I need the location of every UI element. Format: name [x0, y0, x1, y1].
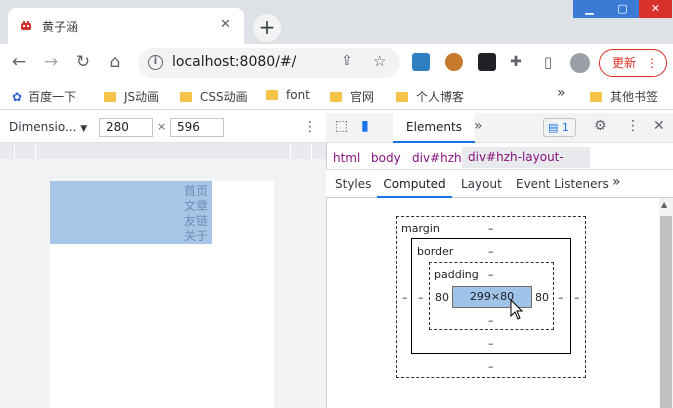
margin-bottom-value[interactable]: –	[488, 360, 494, 373]
extension-monkey-icon[interactable]	[445, 53, 463, 71]
folder-icon	[396, 92, 408, 102]
bookmark-item-js[interactable]: JS动画	[104, 88, 159, 105]
scroll-up-icon[interactable]: ▲	[661, 200, 667, 209]
nav-item-articles[interactable]: 文章	[184, 199, 212, 214]
tab-close-icon[interactable]: ✕	[220, 17, 231, 32]
padding-right-value[interactable]: 80	[535, 291, 549, 304]
bookmark-star-icon[interactable]: ☆	[373, 52, 386, 70]
tab-elements[interactable]: Elements	[393, 113, 475, 143]
folder-icon	[180, 92, 192, 102]
folder-icon	[266, 90, 278, 100]
issues-badge[interactable]: ▤ 1	[543, 118, 576, 137]
border-left-value[interactable]: –	[418, 291, 424, 304]
extension-s-icon[interactable]	[412, 53, 430, 71]
margin-top-value[interactable]: –	[488, 222, 494, 235]
padding-bottom-value[interactable]: –	[488, 314, 494, 327]
folder-icon	[104, 92, 116, 102]
site-info-icon[interactable]: i	[148, 55, 163, 70]
browser-tab[interactable]: 黄子涵 ✕	[8, 8, 244, 44]
bookmark-item-other[interactable]: 其他书签	[590, 88, 658, 105]
more-tabs-icon[interactable]: »	[474, 118, 483, 134]
device-toolbar: Dimensio... ▼ 280 × 596 ⋮	[0, 113, 326, 143]
devtools-close-icon[interactable]: ✕	[653, 118, 665, 134]
device-more-icon[interactable]: ⋮	[303, 119, 317, 135]
update-label: 更新	[612, 56, 637, 70]
minimize-icon[interactable]: ▁	[573, 0, 606, 18]
extensions-puzzle-icon[interactable]: ✚	[506, 52, 526, 72]
devtools-scroll-thumb[interactable]	[660, 216, 672, 408]
devtools-menu-icon[interactable]: ⋮	[626, 118, 640, 134]
bookmarks-overflow-icon[interactable]: »	[557, 85, 566, 101]
maximize-icon[interactable]: ▢	[606, 0, 639, 18]
favicon-icon	[21, 21, 31, 30]
extension-grid-icon[interactable]	[478, 53, 496, 71]
share-icon[interactable]: ⇪	[341, 53, 353, 69]
folder-icon	[330, 92, 342, 102]
more-subtabs-icon[interactable]: »	[612, 174, 621, 190]
margin-label: margin	[401, 222, 440, 235]
bookmark-item-baidu[interactable]: ✿ 百度一下	[12, 88, 76, 105]
forward-icon[interactable]: →	[41, 52, 61, 72]
devtools-toolbar	[326, 113, 673, 143]
window-close-icon[interactable]: ✕	[639, 0, 672, 18]
back-icon[interactable]: ←	[9, 52, 29, 72]
window-controls: ▁ ▢ ✕	[573, 0, 673, 18]
device-toggle-icon[interactable]: ▮	[361, 118, 369, 134]
device-scrollbar[interactable]	[274, 181, 294, 408]
menu-dots-icon[interactable]: ⋮	[646, 50, 658, 76]
margin-right-value[interactable]: –	[574, 291, 580, 304]
dimension-separator: ×	[157, 120, 167, 133]
bookmark-item-official[interactable]: 官网	[330, 88, 374, 105]
tab-layout[interactable]: Layout	[461, 177, 502, 191]
breadcrumb-layout-header[interactable]: div#hzh-layout-header	[462, 147, 590, 185]
dimensions-select[interactable]: Dimensio... ▼	[9, 120, 87, 134]
url-text[interactable]: localhost:8080/#/	[172, 54, 296, 70]
update-button[interactable]: 更新 ⋮	[599, 49, 667, 77]
address-bar[interactable]: i localhost:8080/#/ ⇪ ☆	[138, 48, 400, 78]
reload-icon[interactable]: ↻	[73, 52, 93, 72]
border-right-value[interactable]: –	[558, 291, 564, 304]
breadcrumb-div-hzh[interactable]: div#hzh	[412, 151, 462, 165]
new-tab-button[interactable]: +	[253, 14, 281, 42]
side-panel-icon[interactable]: ▯	[538, 52, 558, 72]
tab-event-listeners[interactable]: Event Listeners	[516, 177, 609, 191]
padding-label: padding	[434, 268, 479, 281]
profile-avatar-icon[interactable]	[570, 53, 590, 73]
border-label: border	[417, 245, 454, 258]
height-input[interactable]: 596	[170, 118, 224, 137]
mouse-cursor-icon	[510, 299, 524, 320]
bookmark-item-blog[interactable]: 个人博客	[396, 88, 464, 105]
bookmark-item-font[interactable]: font	[266, 88, 310, 102]
settings-gear-icon[interactable]: ⚙	[594, 118, 607, 134]
width-input[interactable]: 280	[99, 118, 153, 137]
nav-item-about[interactable]: 关于	[184, 229, 212, 244]
bookmark-item-css[interactable]: CSS动画	[180, 88, 248, 105]
media-query-ruler[interactable]	[0, 143, 326, 159]
home-icon[interactable]: ⌂	[105, 52, 125, 72]
border-bottom-value[interactable]: –	[488, 337, 494, 350]
folder-icon	[590, 92, 602, 102]
breadcrumb-body[interactable]: body	[371, 151, 401, 165]
margin-left-value[interactable]: –	[402, 291, 408, 304]
padding-left-value[interactable]: 80	[435, 291, 449, 304]
header-nav: 首页 文章 友链 关于	[184, 184, 212, 244]
tab-title: 黄子涵	[42, 20, 79, 34]
baidu-paw-icon: ✿	[12, 90, 23, 104]
tab-styles[interactable]: Styles	[335, 177, 371, 191]
padding-top-value[interactable]: –	[488, 268, 494, 281]
nav-item-home[interactable]: 首页	[184, 184, 212, 199]
nav-item-links[interactable]: 友链	[184, 214, 212, 229]
border-top-value[interactable]: –	[488, 245, 494, 258]
breadcrumb-html[interactable]: html	[333, 151, 360, 165]
tab-computed[interactable]: Computed	[377, 172, 452, 198]
inspect-element-icon[interactable]: ⬚	[335, 118, 348, 134]
